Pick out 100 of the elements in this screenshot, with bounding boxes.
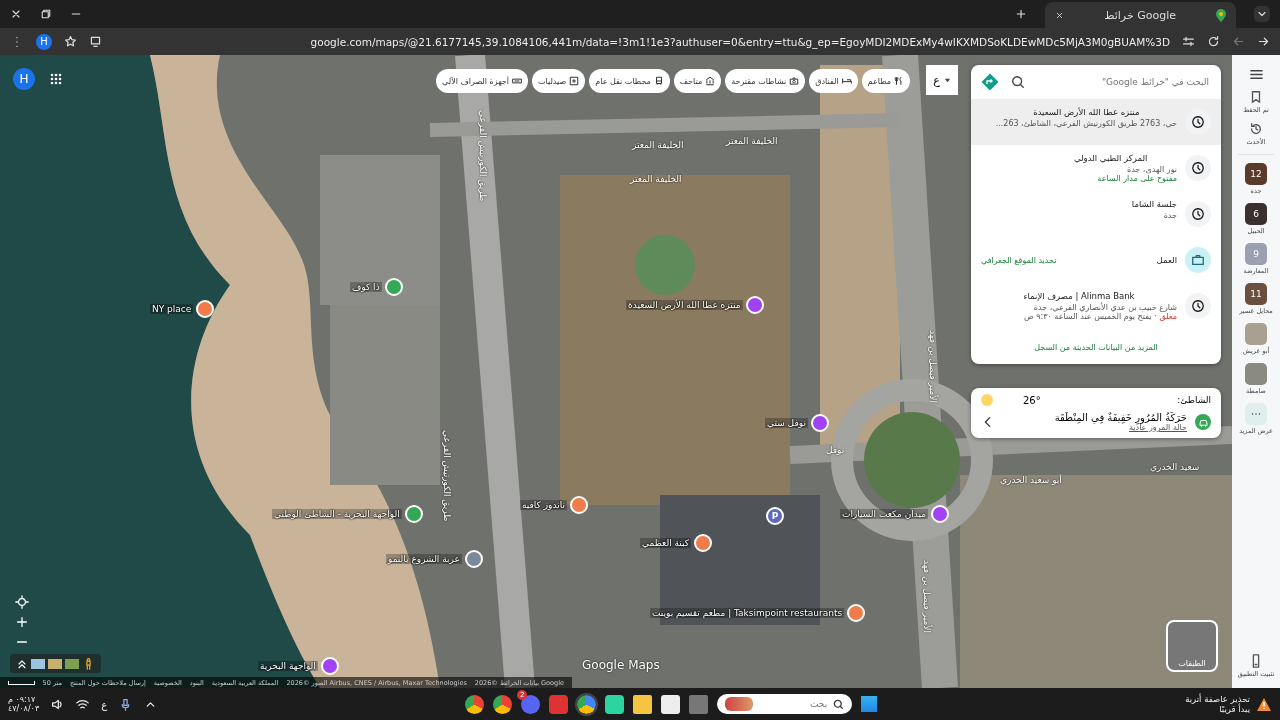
place-label[interactable]: ذا كوف	[350, 282, 382, 292]
street-label: الخليفة المعتز	[632, 140, 684, 150]
volume-icon[interactable]	[51, 697, 65, 711]
place-title: جلسة الشاما	[1131, 199, 1177, 209]
museum-icon	[705, 76, 716, 86]
clock-icon	[1191, 115, 1205, 129]
traffic-link[interactable]: حالة المرور عادية	[1003, 423, 1187, 432]
clock-icon	[1191, 299, 1205, 313]
scale-bar	[8, 680, 35, 685]
apps-grid-icon[interactable]	[50, 73, 62, 85]
place-label[interactable]: عربة الشروع بالنمو	[386, 554, 462, 564]
street-label: الخليفة المعتز	[726, 136, 778, 146]
bus-stop-icon	[653, 76, 664, 86]
category-chip[interactable]: الفنادق	[809, 69, 858, 93]
place-label[interactable]: منتزه عطا الله الأرض السعيدة	[626, 300, 743, 310]
opening-status: مغلق	[1159, 312, 1177, 321]
chrome-icon[interactable]	[465, 694, 485, 714]
sun-icon	[981, 394, 993, 406]
map-thumbnail[interactable]	[65, 658, 79, 669]
street-label: سعيد الخدري	[1150, 462, 1200, 472]
place-thumbnail: 9	[1245, 243, 1267, 265]
place-detail: نور الهدى، جدة	[1125, 165, 1177, 174]
home-label: العمل	[1156, 255, 1177, 265]
history-icon	[1249, 122, 1263, 136]
browser-tab[interactable]: خرائط Google	[1045, 2, 1236, 28]
place-label[interactable]: كبنة العظمي	[640, 538, 692, 548]
category-chip[interactable]: صيدليات	[532, 69, 586, 93]
warning-icon	[1256, 696, 1272, 712]
street-label: نوفل	[826, 445, 845, 455]
place-title: منتزه عطا الله الأرض السعيدة	[1033, 107, 1140, 117]
clock[interactable]: ٠٩:١٧ م ٤٧/٠٨/٠٣	[8, 695, 40, 713]
clock-icon	[1191, 161, 1205, 175]
map-thumbnail[interactable]	[48, 658, 62, 669]
home-row[interactable]: العمل تحديد الموقع الجغرافي	[971, 237, 1221, 283]
opening-status: مفتوح على مدار الساعة	[1097, 174, 1177, 183]
profile-avatar[interactable]: H	[36, 33, 52, 50]
zoom-in-icon[interactable]	[15, 615, 29, 629]
language-button[interactable]: ع	[926, 65, 958, 95]
place-title: Alinma Bank | مصرف الإنماء	[1023, 291, 1135, 301]
star-icon[interactable]	[64, 35, 77, 48]
place-title: المركز الطبي الدولي	[1073, 153, 1148, 163]
windows-start-icon[interactable]	[861, 696, 878, 712]
bed-icon	[841, 76, 852, 86]
street-label: طريق الكورنيش الفرعي	[478, 110, 488, 202]
new-tab-icon[interactable]	[1015, 8, 1028, 20]
place-label[interactable]: ناندوز كافيه	[520, 500, 567, 510]
language-indicator[interactable]: ع	[101, 698, 108, 710]
site-settings-icon[interactable]	[1182, 35, 1195, 48]
search-icon[interactable]	[1011, 75, 1025, 89]
recent-place-row[interactable]: المركز الطبي الدولي نور الهدى، جدة مفتوح على مدار الساعة	[971, 145, 1221, 191]
menu-icon[interactable]	[1248, 67, 1264, 82]
wifi-icon[interactable]	[76, 697, 90, 711]
forward-icon[interactable]	[1257, 35, 1270, 48]
bookmark-icon	[1249, 90, 1263, 104]
reload-icon[interactable]	[1207, 35, 1220, 48]
temperature: 26°	[1023, 394, 1041, 406]
weather-alert[interactable]: تحذير عاصفة أتربة يبدأ قريبًا	[1185, 694, 1272, 714]
place-detail: شارع خبيب بن عدي الأنصاري الفرعي، جدة	[1032, 303, 1177, 312]
address-field[interactable]: google.com/maps/@21.6177145,39.1084106,441m/data=!3m1!1e3?authuser=0&entry=ttu&g_ep=EgoyMDI2MDExMy4wIKXMDSoKLDEwMDc5MjA3M0gBUAM%3D	[114, 35, 1170, 48]
close-tab-icon[interactable]	[1055, 10, 1065, 20]
place-detail: حي، 2763 طريق الكورنيش الفرعي، الشاطئ، 263...	[995, 119, 1177, 128]
taskbar-search-field[interactable]: بحث	[717, 694, 853, 714]
cash-icon	[512, 76, 523, 86]
place-thumbnail: 6	[1245, 203, 1267, 225]
weather-place: الشاطئ:	[1177, 395, 1211, 405]
street-label: أبو سعيد الخدري	[1000, 475, 1062, 485]
recent-place-row[interactable]: جلسة الشاما جدة	[971, 191, 1221, 237]
install-icon[interactable]	[89, 35, 102, 48]
recent-place-row[interactable]: Alinma Bank | مصرف الإنماء شارع خبيب بن عدي الأنصاري الفرعي، جدة مغلق · يفتح يوم الخميس عند الساعة ٩:٣٠ ص	[971, 283, 1221, 329]
caret-icon	[943, 76, 951, 84]
category-chip[interactable]: نشاطات مقترحة	[725, 69, 806, 93]
set-location-link[interactable]: تحديد الموقع الجغرافي	[981, 255, 1057, 265]
back-icon[interactable]	[1232, 35, 1245, 48]
restore-window-icon[interactable]	[40, 8, 52, 20]
app-icon[interactable]	[605, 694, 625, 714]
map-thumbnail[interactable]	[31, 658, 45, 669]
chrome-icon[interactable]	[577, 694, 597, 714]
place-label[interactable]: نوفل ستي	[765, 418, 808, 428]
recent-place-row[interactable]: منتزه عطا الله الأرض السعيدة حي، 2763 طريق الكورنيش الفرعي، الشاطئ، 263...	[971, 99, 1221, 145]
place-label[interactable]: ميدان مكعب السيارات	[840, 509, 929, 519]
my-location-icon[interactable]	[15, 595, 29, 609]
place-label[interactable]: NY place	[150, 304, 194, 314]
search-icon	[833, 698, 845, 710]
category-chip[interactable]: محطات نقل عام	[589, 69, 670, 93]
chrome-icon[interactable]	[493, 694, 513, 714]
camera-icon	[789, 76, 800, 86]
street-label: الخليفة المعتز	[630, 174, 682, 184]
street-label: طريق الكورنيش الفرعي	[442, 430, 452, 522]
briefcase-icon	[1191, 253, 1205, 267]
clock-icon	[1191, 207, 1205, 221]
more-history-link[interactable]: المزيد من البيانات الحديثة من السجل	[971, 329, 1221, 356]
place-detail: جدة	[1162, 211, 1177, 220]
place-thumbnail: 12	[1245, 163, 1267, 185]
map-logo: Google Maps	[582, 658, 660, 672]
layers-button[interactable]: الطبقات	[1166, 620, 1218, 672]
close-window-icon[interactable]	[10, 8, 22, 20]
place-thumbnail: 11	[1245, 283, 1267, 305]
place-label[interactable]: الواجهة البحرية	[258, 661, 318, 671]
category-chip[interactable]: أجهزة الصراف الآلي	[436, 69, 529, 93]
place-label[interactable]: مطعم تقسيم بوينت | Taksimpoint restaurants	[650, 608, 845, 618]
